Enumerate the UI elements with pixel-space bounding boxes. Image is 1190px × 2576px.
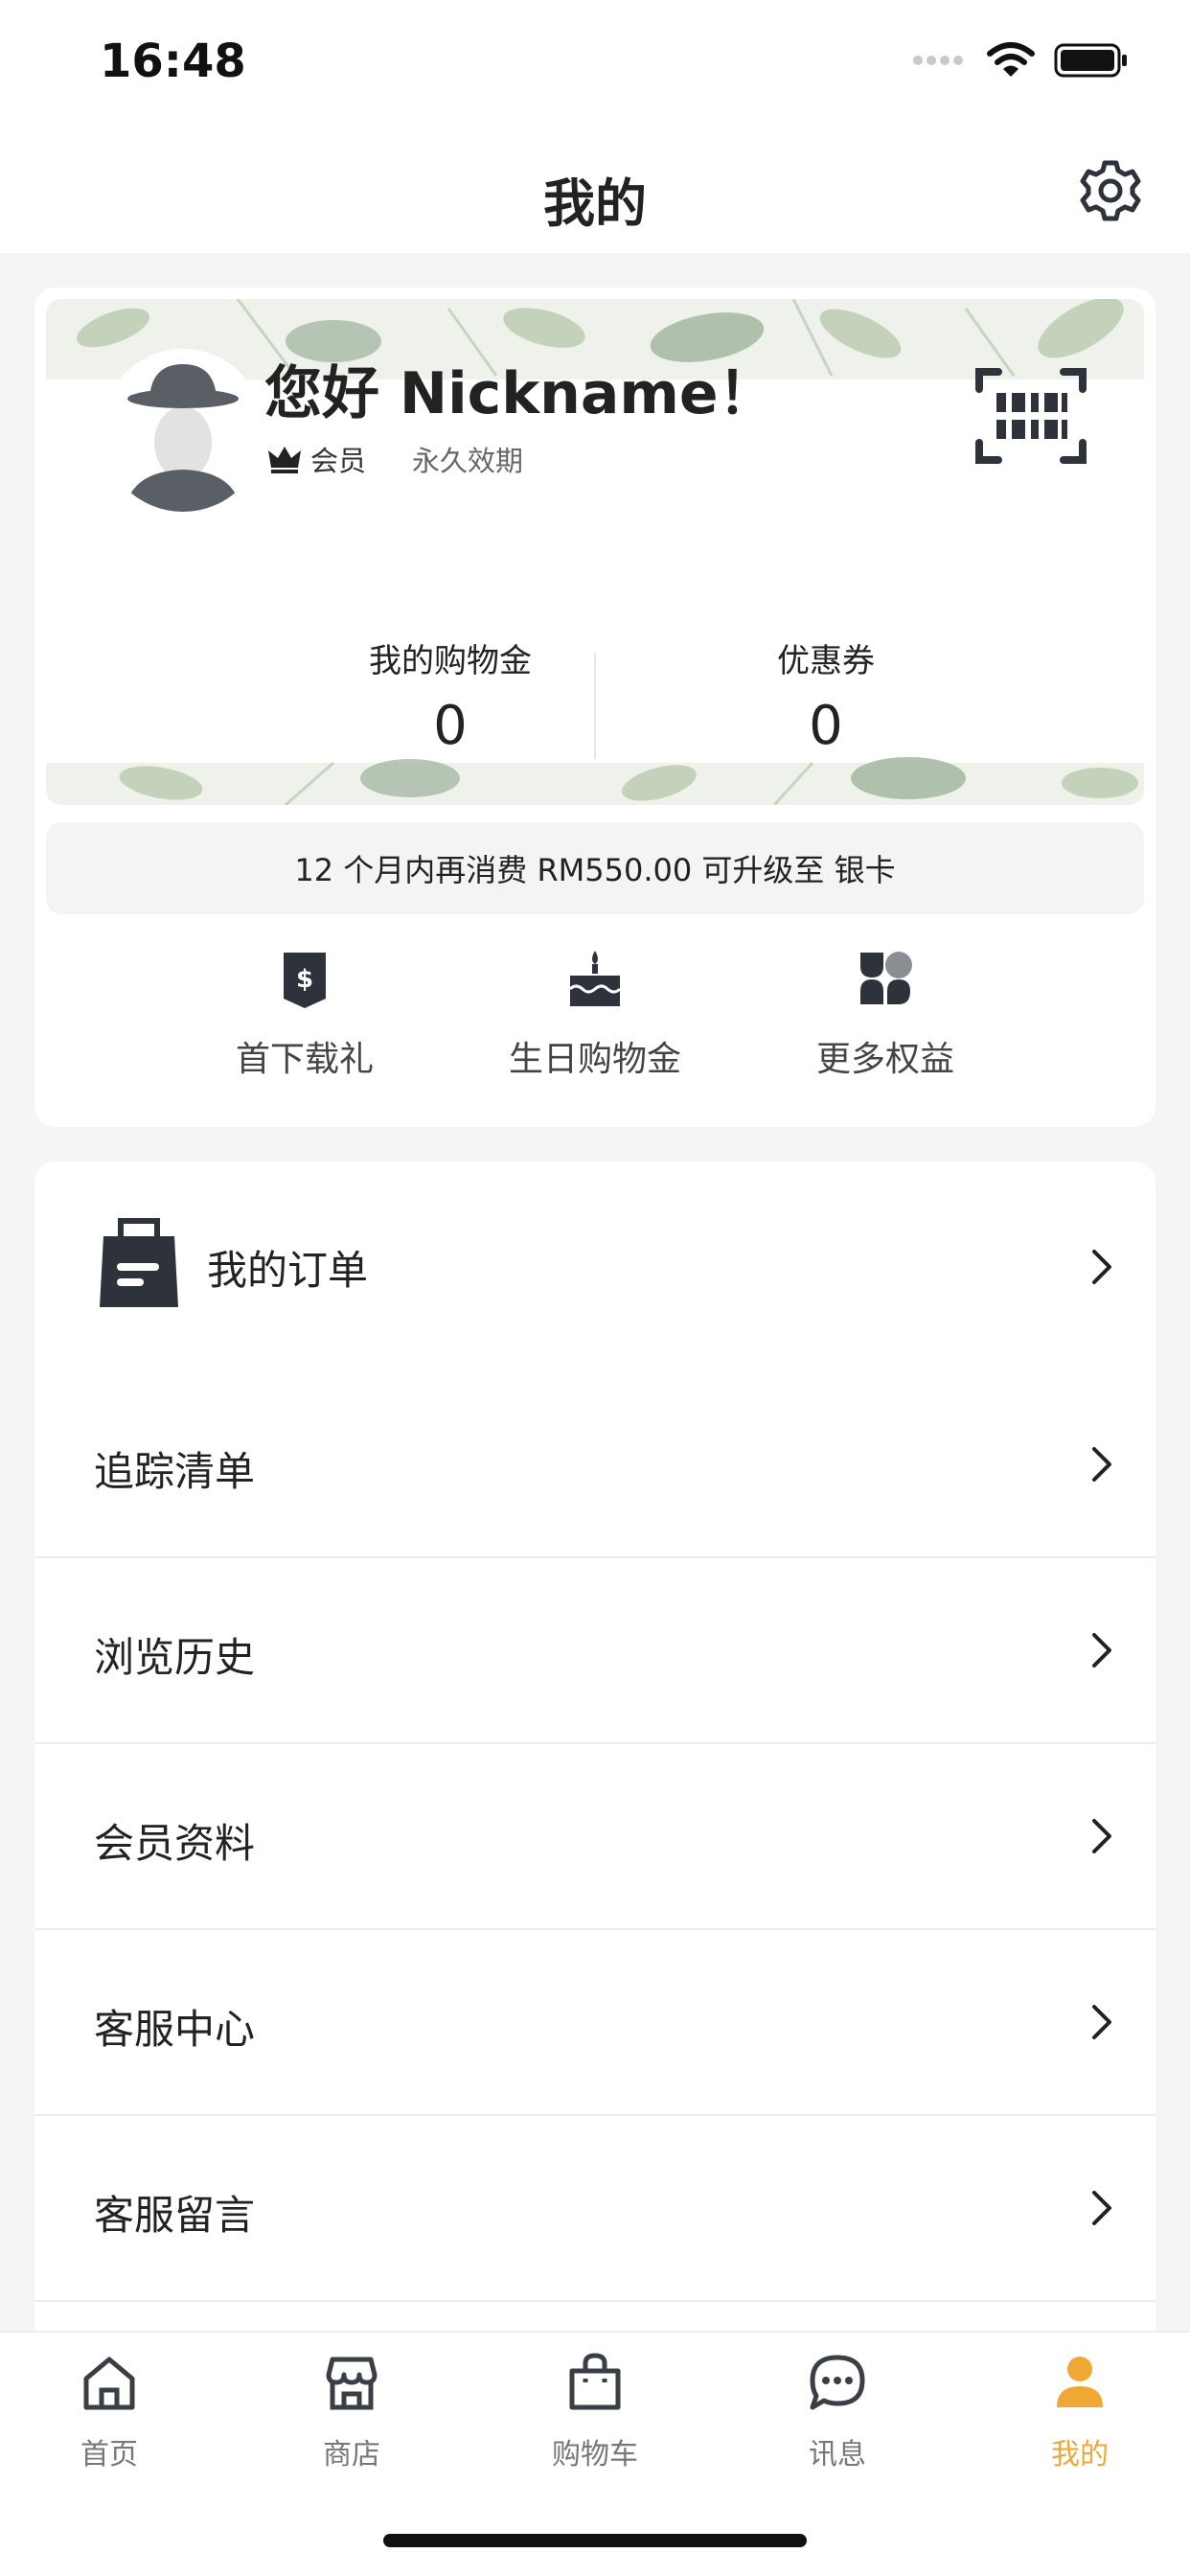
shopping-bag-icon	[100, 1218, 178, 1307]
coupon-value: 0	[809, 695, 843, 757]
menu-item-label: 追踪清单	[94, 1448, 256, 1495]
cart-bag-icon	[569, 2353, 621, 2410]
my-orders-label: 我的订单	[207, 1247, 369, 1294]
member-code-button[interactable]	[975, 366, 1087, 466]
benefit-download-gift[interactable]: $ 首下载礼	[199, 949, 410, 1081]
menu-item-customer-service[interactable]: 客服中心	[34, 1930, 1156, 2116]
benefit-birthday-credit[interactable]: 生日购物金	[490, 949, 700, 1081]
tab-label: 讯息	[809, 2438, 866, 2472]
shopping-credit-stat[interactable]: 我的购物金 0	[307, 634, 594, 757]
benefit-label: 生日购物金	[508, 1040, 681, 1079]
benefit-label: 更多权益	[815, 1040, 954, 1079]
status-time: 16:48	[100, 34, 246, 88]
menu-item-browse-history[interactable]: 浏览历史	[34, 1558, 1156, 1744]
menu-item-label: 客服留言	[94, 2192, 256, 2239]
signal-icon	[910, 51, 968, 74]
greeting-text: 您好 Nickname！	[264, 360, 776, 427]
avatar-person-icon	[102, 349, 264, 512]
menu-item-label: 会员资料	[94, 1820, 256, 1867]
tier-row: 会员 永久效期	[268, 439, 523, 479]
chat-icon	[810, 2355, 865, 2410]
coupon-stat[interactable]: 优惠券 0	[682, 634, 970, 757]
shopping-credit-value: 0	[433, 695, 468, 757]
page-title: 我的	[543, 173, 647, 234]
benefits-row: $ 首下载礼 生日购物金 更多权益	[34, 949, 1156, 1102]
dollar-tag-icon: $	[284, 953, 326, 1008]
tab-store[interactable]: 商店	[275, 2352, 428, 2472]
menu-item-label: 客服中心	[94, 2006, 256, 2053]
birthday-cake-icon	[568, 951, 622, 1006]
menu-item-member-profile[interactable]: 会员资料	[34, 1744, 1156, 1930]
chevron-right-icon	[1092, 1250, 1111, 1284]
shopping-credit-label: 我的购物金	[369, 642, 532, 680]
gear-icon	[1080, 160, 1141, 221]
tab-label: 购物车	[552, 2438, 638, 2472]
avatar[interactable]	[102, 349, 264, 512]
settings-button[interactable]	[1077, 157, 1144, 224]
home-indicator	[383, 2534, 807, 2547]
tab-home[interactable]: 首页	[33, 2352, 186, 2472]
menu-item-label: 浏览历史	[94, 1634, 256, 1681]
chevron-right-icon	[1092, 1447, 1111, 1482]
store-icon	[326, 2357, 378, 2410]
tab-label: 商店	[323, 2438, 380, 2472]
nav-bar: 我的	[0, 128, 1190, 253]
tab-cart[interactable]: 购物车	[518, 2352, 672, 2472]
menu-item-wishlist[interactable]: 追踪清单	[34, 1372, 1156, 1558]
card-banner: 您好 Nickname！ 会员 永久效期 我的购物金 0 优惠券 0	[46, 299, 1144, 805]
tier-label: 会员	[310, 445, 367, 477]
chevron-right-icon	[1092, 1819, 1111, 1853]
clover-grid-icon	[860, 952, 912, 1004]
tab-messages[interactable]: 讯息	[761, 2352, 914, 2472]
status-icons	[910, 42, 1129, 82]
chevron-right-icon	[1092, 2191, 1111, 2225]
coupon-label: 优惠券	[777, 642, 875, 680]
wallet-stats: 我的购物金 0 优惠券 0	[46, 634, 1144, 778]
tab-me[interactable]: 我的	[1003, 2352, 1156, 2472]
member-card: 您好 Nickname！ 会员 永久效期 我的购物金 0 优惠券 0 12 个月…	[34, 288, 1156, 1127]
chevron-right-icon	[1092, 2005, 1111, 2039]
crown-icon	[268, 447, 301, 473]
validity-label: 永久效期	[412, 445, 524, 477]
person-icon	[1057, 2357, 1103, 2407]
wifi-icon	[987, 42, 1035, 82]
status-bar: 16:48	[0, 0, 1190, 128]
tab-label: 我的	[1051, 2438, 1109, 2472]
my-orders-row[interactable]: 我的订单	[34, 1162, 1156, 1372]
barcode-scan-icon	[975, 368, 1087, 464]
benefit-label: 首下载礼	[235, 1040, 374, 1079]
upgrade-progress-banner: 12 个月内再消费 RM550.00 可升级至 银卡	[46, 822, 1144, 914]
tab-label: 首页	[80, 2438, 138, 2472]
stats-divider	[594, 654, 596, 759]
chevron-right-icon	[1092, 1633, 1111, 1668]
menu-item-service-messages[interactable]: 客服留言	[34, 2116, 1156, 2302]
battery-icon	[1054, 42, 1129, 82]
home-icon	[83, 2357, 135, 2410]
svg-text:$: $	[296, 965, 313, 994]
benefit-more[interactable]: 更多权益	[780, 949, 991, 1081]
